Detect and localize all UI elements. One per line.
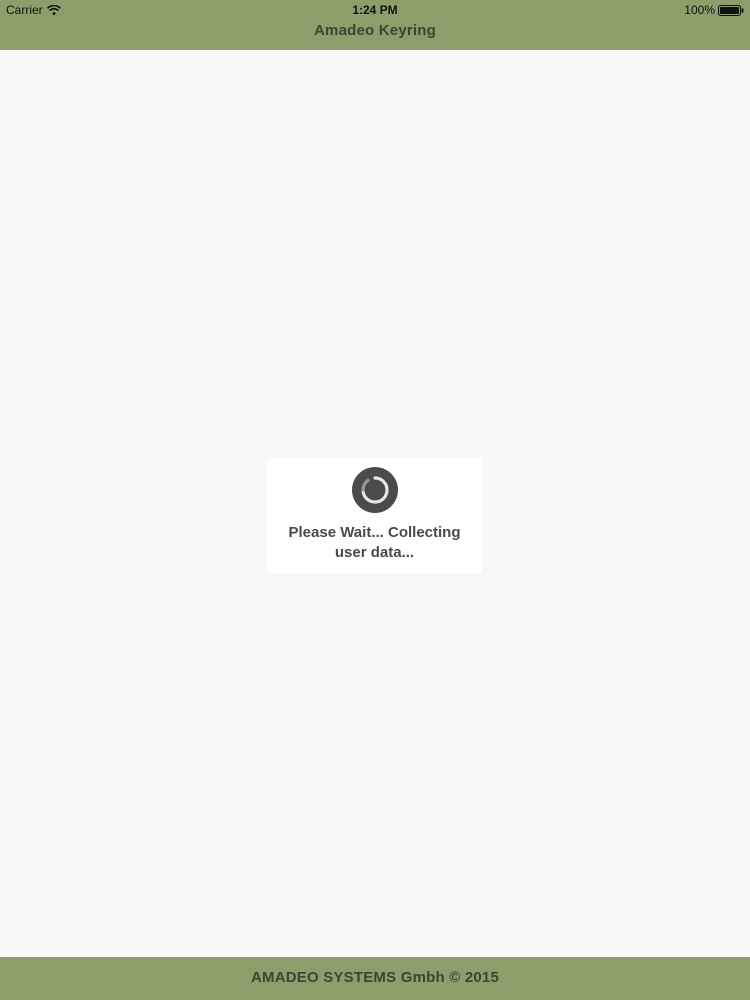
battery-icon — [718, 4, 744, 16]
top-navigation-bar: Carrier 1:24 PM 100% Amadeo Keyring — [0, 0, 750, 50]
footer-bar: AMADEO SYSTEMS Gmbh © 2015 — [0, 957, 750, 1000]
app-screen: Carrier 1:24 PM 100% Amadeo Keyring Plea… — [0, 0, 750, 1000]
battery-group: 100% — [684, 3, 744, 17]
page-title: Amadeo Keyring — [314, 22, 436, 39]
spinner-icon — [352, 467, 398, 513]
copyright-text: AMADEO SYSTEMS Gmbh © 2015 — [251, 969, 499, 986]
loading-line-2: user data... — [334, 544, 415, 561]
loading-dialog: Please Wait... Collecting user data... — [267, 458, 482, 573]
status-time: 1:24 PM — [352, 3, 398, 17]
loading-line-1: Please Wait... Collecting — [288, 524, 461, 541]
battery-percent: 100% — [684, 3, 715, 17]
loading-message: Please Wait... Collecting user data... — [275, 523, 474, 563]
status-bar: Carrier 1:24 PM 100% — [0, 0, 750, 20]
